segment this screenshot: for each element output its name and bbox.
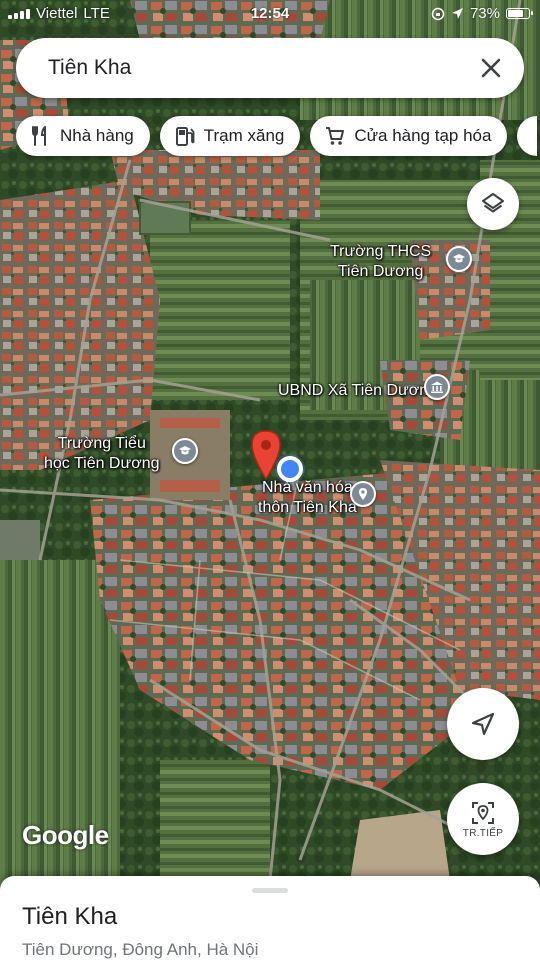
- category-chips: Nhà hàng Trạm xăng Cửa hàng tạp hóa: [16, 116, 538, 156]
- place-label-thcs[interactable]: Trường THCS Tiên Dương: [330, 242, 431, 282]
- chip-gas-stations[interactable]: Trạm xăng: [159, 116, 301, 156]
- place-line1: UBND Xã Tiên Dương: [278, 382, 438, 399]
- layers-button[interactable]: [467, 178, 519, 230]
- place-label-tieu-hoc[interactable]: Trường Tiểu học Tiên Dương: [44, 434, 159, 474]
- status-right: 73%: [431, 5, 533, 22]
- school-icon[interactable]: [446, 246, 472, 272]
- chip-groceries[interactable]: Cửa hàng tạp hóa: [310, 116, 508, 156]
- battery-fill: [508, 10, 523, 17]
- close-icon[interactable]: [476, 53, 506, 83]
- my-location-button[interactable]: [447, 688, 519, 760]
- search-query[interactable]: Tiên Kha: [48, 56, 476, 80]
- place-line2: học Tiên Dương: [44, 455, 160, 472]
- place-line2: Tiên Dương: [337, 263, 424, 280]
- rotation-lock-icon: [431, 7, 445, 20]
- google-attribution: Google: [22, 820, 109, 850]
- place-line1: Trường Tiểu: [57, 435, 146, 452]
- location-arrow-icon: [451, 8, 463, 19]
- chip-label: Trạm xăng: [203, 126, 285, 145]
- place-label-ubnd[interactable]: UBND Xã Tiên Dương: [278, 381, 437, 401]
- status-bar: Viettel LTE 12:54 73%: [0, 0, 540, 28]
- place-sheet[interactable]: Tiên Kha Tiên Dương, Đông Anh, Hà Nội: [0, 876, 540, 960]
- gas-station-icon: [175, 127, 195, 146]
- location-icon[interactable]: [350, 481, 376, 507]
- chip-label: Nhà hàng: [60, 126, 134, 145]
- search-bar[interactable]: Tiên Kha: [16, 38, 524, 98]
- navigate-button[interactable]: TR.TIẾP: [447, 783, 519, 855]
- shopping-cart-icon: [326, 127, 345, 145]
- restaurant-icon: [32, 126, 46, 146]
- navigate-label: TR.TIẾP: [462, 827, 504, 839]
- place-line1: Nhà văn hóa: [262, 479, 353, 496]
- school-icon[interactable]: [172, 438, 198, 464]
- place-line1: Trường THCS: [330, 243, 432, 260]
- sheet-drag-handle[interactable]: [252, 888, 288, 893]
- chip-label: Cửa hàng tạp hóa: [354, 126, 492, 145]
- navigation-arrow-icon: [471, 712, 495, 736]
- live-view-icon: [472, 801, 494, 824]
- screen: { "status_bar": { "carrier": "Viettel", …: [0, 0, 540, 960]
- place-title: Tiên Kha: [22, 903, 118, 930]
- government-icon[interactable]: [424, 374, 450, 400]
- place-address: Tiên Dương, Đông Anh, Hà Nội: [22, 940, 259, 959]
- layers-icon: [482, 193, 504, 213]
- chip-restaurants[interactable]: Nhà hàng: [16, 116, 150, 156]
- my-location-dot: [277, 456, 303, 482]
- chip-more[interactable]: [517, 116, 538, 156]
- battery-icon: [506, 8, 533, 19]
- battery-percent: 73%: [469, 5, 500, 22]
- place-line2: thôn Tiên Kha: [258, 499, 357, 516]
- place-label-nha-van-hoa[interactable]: Nhà văn hóa thôn Tiên Kha: [258, 478, 357, 518]
